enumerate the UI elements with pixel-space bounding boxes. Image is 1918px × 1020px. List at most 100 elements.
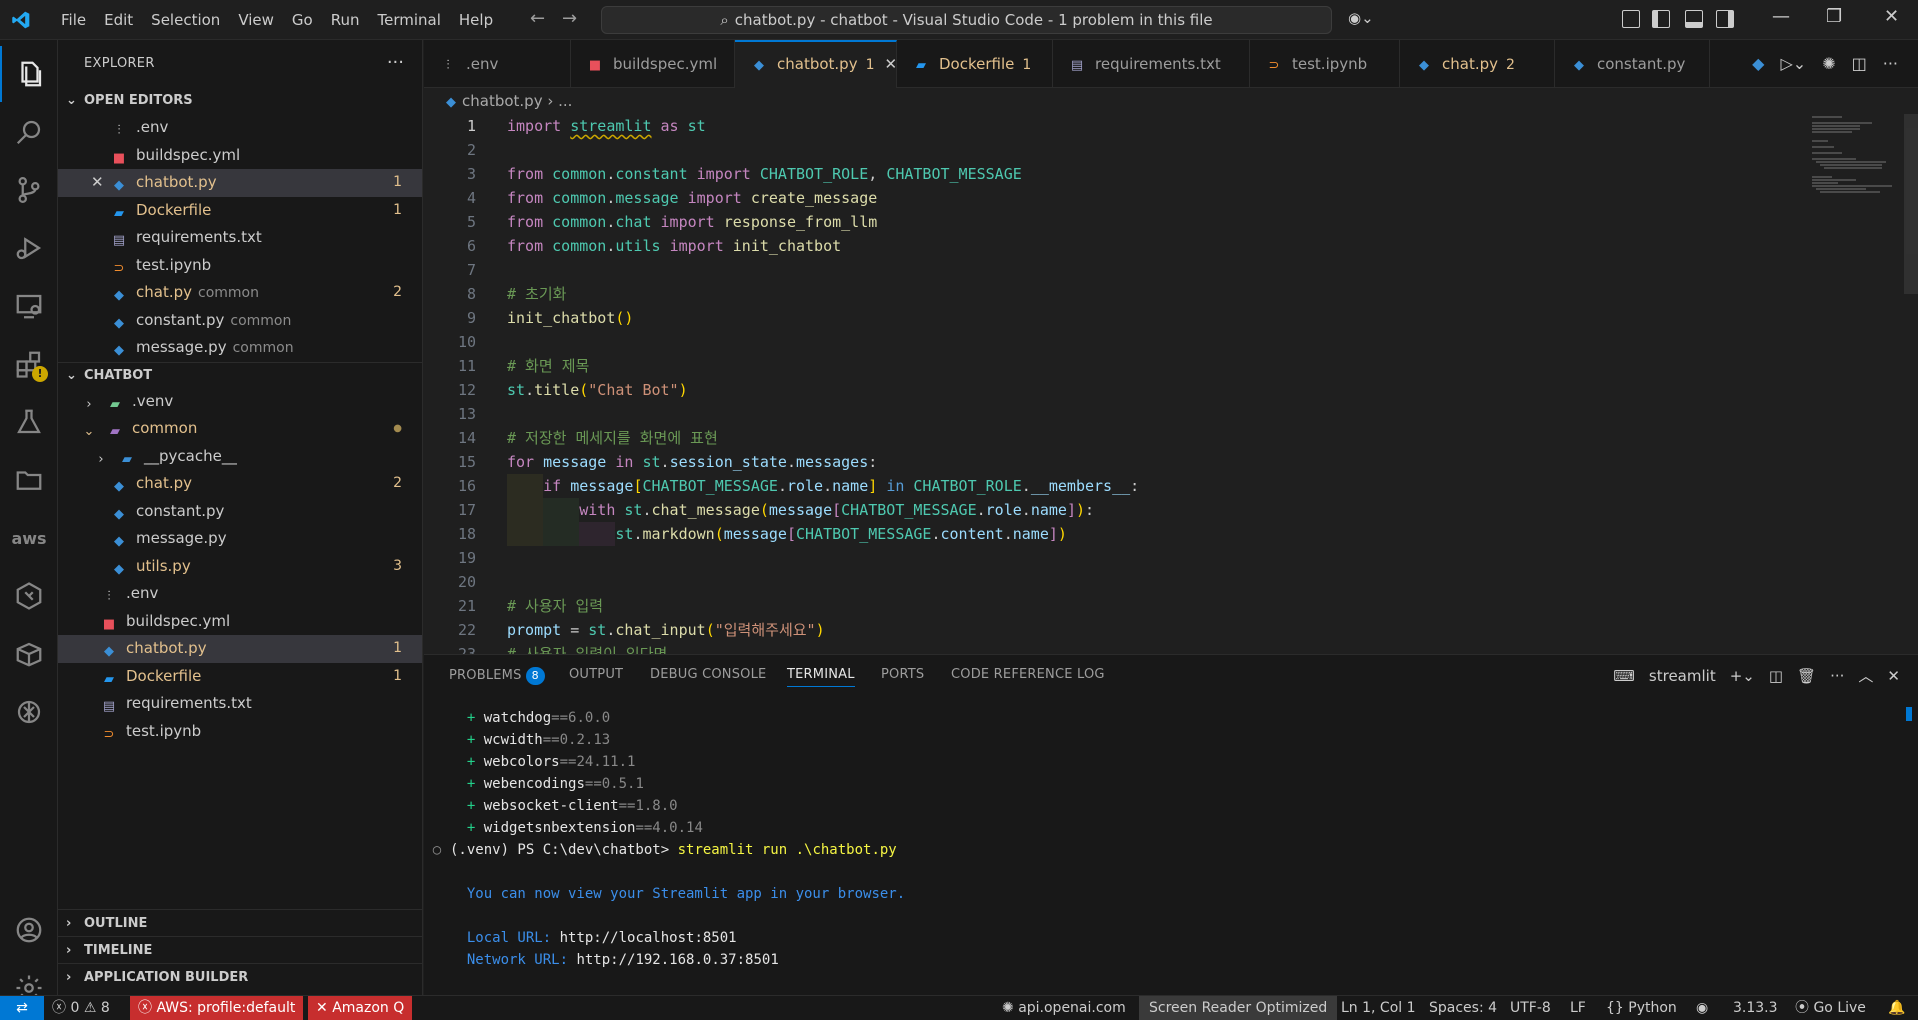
workspace-header[interactable]: ⌄ CHATBOT	[58, 361, 422, 388]
amazon-q-status[interactable]: ✕ Amazon Q	[308, 996, 413, 1020]
application-builder-section[interactable]: › APPLICATION BUILDER	[58, 963, 423, 990]
menu-selection[interactable]: Selection	[142, 0, 229, 40]
cursor-position[interactable]: Ln 1, Col 1	[1341, 996, 1416, 1020]
local-url-link[interactable]: http://localhost:8501	[560, 930, 737, 946]
chatgpt-icon[interactable]: ✺	[1822, 54, 1835, 73]
arrow-right-icon[interactable]: →	[562, 8, 577, 29]
tab-ports[interactable]: PORTS	[881, 667, 924, 682]
tab-code-reference-log[interactable]: CODE REFERENCE LOG	[951, 667, 1105, 682]
copilot-status-icon[interactable]: ◉	[1696, 996, 1708, 1020]
breadcrumb-symbols[interactable]: ...	[558, 92, 572, 110]
close-panel-icon[interactable]: ✕	[1887, 667, 1900, 685]
open-editor-chat[interactable]: ◆ chat.py common 2	[58, 279, 422, 307]
extensions-icon[interactable]: !	[0, 336, 58, 392]
account-icon[interactable]	[0, 902, 58, 958]
open-editor-constant[interactable]: ◆ constant.py common	[58, 307, 422, 335]
arrow-left-icon[interactable]: ←	[530, 8, 545, 29]
menu-help[interactable]: Help	[450, 0, 502, 40]
notifications-bell-icon[interactable]: 🔔	[1888, 996, 1905, 1020]
tab-output[interactable]: OUTPUT	[569, 667, 623, 682]
tree-item-requirements[interactable]: ▤ requirements.txt	[58, 690, 422, 718]
command-center[interactable]: ⌕ chatbot.py - chatbot - Visual Studio Co…	[601, 6, 1332, 34]
terminal-name[interactable]: streamlit	[1649, 667, 1716, 685]
tree-item-utils[interactable]: ◆ utils.py 3	[58, 553, 422, 581]
toggle-panel-icon[interactable]	[1685, 10, 1703, 28]
open-editor-test-notebook[interactable]: ⊃ test.ipynb	[58, 252, 422, 280]
tree-item-common[interactable]: ⌄ ▰ common ●	[58, 415, 422, 443]
close-tab-icon[interactable]: ✕	[885, 55, 898, 73]
testing-icon[interactable]	[0, 394, 58, 450]
tab-terminal[interactable]: TERMINAL	[787, 667, 855, 687]
open-editor-env[interactable]: ⫶ .env	[58, 114, 422, 142]
trash-icon[interactable]: 🗑	[1797, 667, 1816, 685]
tab-debug-console[interactable]: DEBUG CONSOLE	[650, 667, 766, 682]
go-live-button[interactable]: ⦿ Go Live	[1795, 996, 1866, 1020]
screen-reader-status[interactable]: Screen Reader Optimized	[1139, 996, 1338, 1020]
open-editor-message[interactable]: ◆ message.py common	[58, 334, 422, 362]
chatgpt-icon[interactable]	[0, 684, 58, 740]
folder-icon[interactable]	[0, 452, 58, 508]
python-icon[interactable]: ◆	[1752, 54, 1764, 73]
more-actions-icon[interactable]: ···	[1883, 54, 1898, 73]
editor-scrollbar[interactable]	[1904, 114, 1918, 294]
tab-test-notebook[interactable]: ⊃ test.ipynb	[1250, 40, 1400, 88]
run-debug-icon[interactable]	[0, 220, 58, 276]
breadcrumb-file[interactable]: chatbot.py	[462, 92, 543, 110]
network-url-link[interactable]: http://192.168.0.37:8501	[576, 952, 778, 968]
open-editor-dockerfile[interactable]: ▰ Dockerfile 1	[58, 197, 422, 225]
language-mode[interactable]: {} Python	[1606, 996, 1677, 1020]
tree-item-buildspec[interactable]: ■ buildspec.yml	[58, 608, 422, 636]
tab-chat[interactable]: ◆ chat.py 2	[1400, 40, 1555, 88]
source-control-icon[interactable]	[0, 162, 58, 218]
minimize-icon[interactable]: —	[1772, 6, 1790, 27]
tab-problems[interactable]: PROBLEMS 8	[449, 667, 545, 685]
tab-requirements[interactable]: ▤ requirements.txt	[1053, 40, 1250, 88]
toggle-sidebar-icon[interactable]	[1652, 10, 1670, 28]
container-icon[interactable]	[0, 626, 58, 682]
restore-icon[interactable]: ❐	[1826, 6, 1842, 27]
explorer-icon[interactable]	[0, 46, 58, 102]
tab-dockerfile[interactable]: ▰ Dockerfile 1	[897, 40, 1053, 88]
minimap[interactable]	[1812, 114, 1904, 234]
kubernetes-icon[interactable]	[0, 568, 58, 624]
aws-icon[interactable]: aws	[0, 510, 58, 566]
menu-view[interactable]: View	[229, 0, 283, 40]
indentation-status[interactable]: Spaces: 4	[1429, 996, 1497, 1020]
add-terminal-icon[interactable]: +⌄	[1730, 667, 1755, 685]
search-icon[interactable]	[0, 104, 58, 160]
toggle-secondary-sidebar-icon[interactable]	[1716, 10, 1734, 28]
menu-edit[interactable]: Edit	[95, 0, 142, 40]
tab-buildspec[interactable]: ■ buildspec.yml	[571, 40, 735, 88]
split-editor-icon[interactable]: ◫	[1852, 54, 1867, 73]
tree-item-chatbot[interactable]: ◆ chatbot.py 1	[58, 635, 422, 663]
tab-constant[interactable]: ◆ constant.py	[1555, 40, 1710, 88]
tree-item-message[interactable]: ◆ message.py	[58, 525, 422, 553]
tree-item-venv[interactable]: › ▰ .venv	[58, 388, 422, 416]
problems-status[interactable]: ⓧ 0 ⚠ 8	[52, 996, 110, 1020]
run-icon[interactable]: ▷⌄	[1780, 54, 1806, 73]
tree-item-test-notebook[interactable]: ⊃ test.ipynb	[58, 718, 422, 746]
close-icon[interactable]: ✕	[91, 169, 104, 197]
eol-status[interactable]: LF	[1570, 996, 1586, 1020]
menu-file[interactable]: File	[52, 0, 95, 40]
api-status[interactable]: ✺ api.openai.com	[1002, 996, 1126, 1020]
menu-terminal[interactable]: Terminal	[369, 0, 450, 40]
more-actions-icon[interactable]: ···	[1830, 667, 1844, 685]
copilot-icon[interactable]: ◉⌄	[1348, 9, 1388, 31]
customize-layout-icon[interactable]	[1622, 10, 1640, 28]
tree-item-dockerfile[interactable]: ▰ Dockerfile 1	[58, 663, 422, 691]
aws-profile-status[interactable]: ⓧ AWS: profile:default	[130, 996, 304, 1020]
tab-chatbot[interactable]: ◆ chatbot.py 1 ✕	[735, 40, 897, 88]
tree-item-constant[interactable]: ◆ constant.py	[58, 498, 422, 526]
menu-go[interactable]: Go	[283, 0, 322, 40]
close-window-icon[interactable]: ✕	[1884, 6, 1899, 27]
split-terminal-icon[interactable]: ◫	[1769, 667, 1783, 685]
terminal-scrollbar[interactable]	[1906, 707, 1912, 721]
tree-item-pycache[interactable]: › ▰ __pycache__	[58, 443, 422, 471]
remote-indicator-icon[interactable]: ⇄	[0, 996, 44, 1020]
remote-explorer-icon[interactable]	[0, 278, 58, 334]
tab-env[interactable]: ⫶ .env	[424, 40, 571, 88]
terminal-output[interactable]: + watchdog==6.0.0 + wcwidth==0.2.13 + we…	[424, 707, 1894, 971]
encoding-status[interactable]: UTF-8	[1510, 996, 1551, 1020]
timeline-section[interactable]: › TIMELINE	[58, 936, 423, 963]
